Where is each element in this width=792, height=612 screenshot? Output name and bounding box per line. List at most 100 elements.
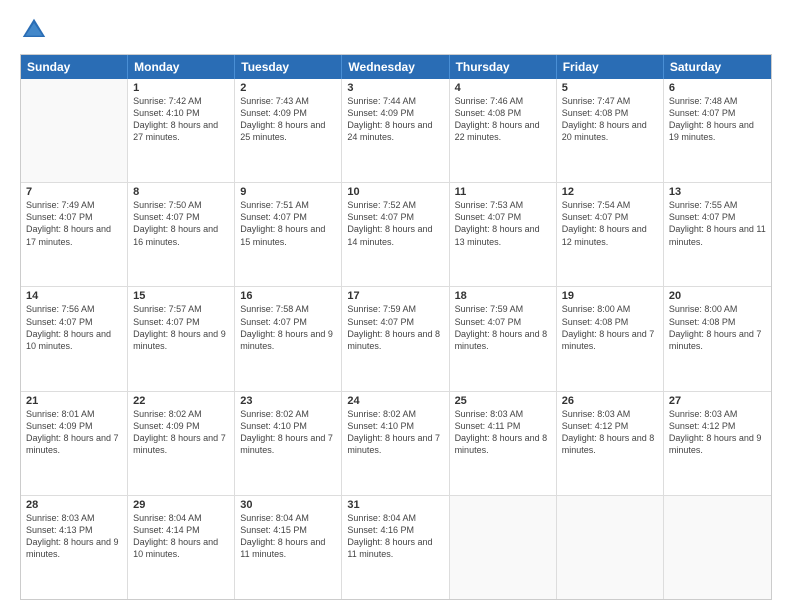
sunrise-text: Sunrise: 7:50 AM xyxy=(133,199,229,211)
sunset-text: Sunset: 4:12 PM xyxy=(562,420,658,432)
day-number: 27 xyxy=(669,395,766,407)
sunrise-text: Sunrise: 8:04 AM xyxy=(347,512,443,524)
sunset-text: Sunset: 4:07 PM xyxy=(562,211,658,223)
cal-cell: 13Sunrise: 7:55 AMSunset: 4:07 PMDayligh… xyxy=(664,183,771,286)
day-number: 26 xyxy=(562,395,658,407)
cal-cell: 8Sunrise: 7:50 AMSunset: 4:07 PMDaylight… xyxy=(128,183,235,286)
sunset-text: Sunset: 4:07 PM xyxy=(26,211,122,223)
daylight-text: Daylight: 8 hours and 9 minutes. xyxy=(133,328,229,352)
sunrise-text: Sunrise: 7:55 AM xyxy=(669,199,766,211)
sunrise-text: Sunrise: 8:03 AM xyxy=(669,408,766,420)
sunset-text: Sunset: 4:07 PM xyxy=(455,316,551,328)
daylight-text: Daylight: 8 hours and 8 minutes. xyxy=(347,328,443,352)
cal-cell: 22Sunrise: 8:02 AMSunset: 4:09 PMDayligh… xyxy=(128,392,235,495)
daylight-text: Daylight: 8 hours and 15 minutes. xyxy=(240,223,336,247)
calendar-body: 1Sunrise: 7:42 AMSunset: 4:10 PMDaylight… xyxy=(21,79,771,599)
cal-day-header-wednesday: Wednesday xyxy=(342,55,449,79)
sunrise-text: Sunrise: 7:59 AM xyxy=(347,303,443,315)
day-number: 12 xyxy=(562,186,658,198)
sunset-text: Sunset: 4:09 PM xyxy=(26,420,122,432)
day-number: 11 xyxy=(455,186,551,198)
sunrise-text: Sunrise: 7:58 AM xyxy=(240,303,336,315)
cal-cell: 30Sunrise: 8:04 AMSunset: 4:15 PMDayligh… xyxy=(235,496,342,599)
cal-cell: 10Sunrise: 7:52 AMSunset: 4:07 PMDayligh… xyxy=(342,183,449,286)
sunrise-text: Sunrise: 7:53 AM xyxy=(455,199,551,211)
cal-cell xyxy=(664,496,771,599)
sunset-text: Sunset: 4:07 PM xyxy=(347,211,443,223)
sunrise-text: Sunrise: 7:56 AM xyxy=(26,303,122,315)
daylight-text: Daylight: 8 hours and 7 minutes. xyxy=(240,432,336,456)
sunset-text: Sunset: 4:15 PM xyxy=(240,524,336,536)
sunset-text: Sunset: 4:08 PM xyxy=(669,316,766,328)
cal-day-header-thursday: Thursday xyxy=(450,55,557,79)
day-number: 6 xyxy=(669,82,766,94)
day-number: 29 xyxy=(133,499,229,511)
day-number: 24 xyxy=(347,395,443,407)
cal-cell: 12Sunrise: 7:54 AMSunset: 4:07 PMDayligh… xyxy=(557,183,664,286)
daylight-text: Daylight: 8 hours and 8 minutes. xyxy=(562,432,658,456)
cal-cell: 16Sunrise: 7:58 AMSunset: 4:07 PMDayligh… xyxy=(235,287,342,390)
cal-cell: 26Sunrise: 8:03 AMSunset: 4:12 PMDayligh… xyxy=(557,392,664,495)
daylight-text: Daylight: 8 hours and 19 minutes. xyxy=(669,119,766,143)
cal-cell: 20Sunrise: 8:00 AMSunset: 4:08 PMDayligh… xyxy=(664,287,771,390)
day-number: 8 xyxy=(133,186,229,198)
sunset-text: Sunset: 4:09 PM xyxy=(240,107,336,119)
sunrise-text: Sunrise: 8:04 AM xyxy=(240,512,336,524)
cal-cell: 11Sunrise: 7:53 AMSunset: 4:07 PMDayligh… xyxy=(450,183,557,286)
day-number: 13 xyxy=(669,186,766,198)
sunset-text: Sunset: 4:10 PM xyxy=(347,420,443,432)
sunset-text: Sunset: 4:10 PM xyxy=(133,107,229,119)
sunrise-text: Sunrise: 7:52 AM xyxy=(347,199,443,211)
cal-cell: 9Sunrise: 7:51 AMSunset: 4:07 PMDaylight… xyxy=(235,183,342,286)
sunrise-text: Sunrise: 8:04 AM xyxy=(133,512,229,524)
sunrise-text: Sunrise: 7:42 AM xyxy=(133,95,229,107)
day-number: 22 xyxy=(133,395,229,407)
daylight-text: Daylight: 8 hours and 20 minutes. xyxy=(562,119,658,143)
day-number: 19 xyxy=(562,290,658,302)
day-number: 20 xyxy=(669,290,766,302)
sunset-text: Sunset: 4:08 PM xyxy=(562,107,658,119)
cal-cell: 4Sunrise: 7:46 AMSunset: 4:08 PMDaylight… xyxy=(450,79,557,182)
cal-cell: 17Sunrise: 7:59 AMSunset: 4:07 PMDayligh… xyxy=(342,287,449,390)
cal-cell: 28Sunrise: 8:03 AMSunset: 4:13 PMDayligh… xyxy=(21,496,128,599)
logo-icon xyxy=(20,16,48,44)
cal-cell: 21Sunrise: 8:01 AMSunset: 4:09 PMDayligh… xyxy=(21,392,128,495)
cal-day-header-sunday: Sunday xyxy=(21,55,128,79)
cal-cell: 1Sunrise: 7:42 AMSunset: 4:10 PMDaylight… xyxy=(128,79,235,182)
page: SundayMondayTuesdayWednesdayThursdayFrid… xyxy=(0,0,792,612)
sunset-text: Sunset: 4:08 PM xyxy=(562,316,658,328)
calendar-header: SundayMondayTuesdayWednesdayThursdayFrid… xyxy=(21,55,771,79)
sunset-text: Sunset: 4:09 PM xyxy=(133,420,229,432)
sunrise-text: Sunrise: 8:00 AM xyxy=(669,303,766,315)
sunrise-text: Sunrise: 7:44 AM xyxy=(347,95,443,107)
daylight-text: Daylight: 8 hours and 17 minutes. xyxy=(26,223,122,247)
sunset-text: Sunset: 4:07 PM xyxy=(240,211,336,223)
cal-cell: 31Sunrise: 8:04 AMSunset: 4:16 PMDayligh… xyxy=(342,496,449,599)
daylight-text: Daylight: 8 hours and 9 minutes. xyxy=(669,432,766,456)
daylight-text: Daylight: 8 hours and 13 minutes. xyxy=(455,223,551,247)
daylight-text: Daylight: 8 hours and 14 minutes. xyxy=(347,223,443,247)
sunset-text: Sunset: 4:07 PM xyxy=(133,211,229,223)
sunset-text: Sunset: 4:07 PM xyxy=(455,211,551,223)
sunrise-text: Sunrise: 7:59 AM xyxy=(455,303,551,315)
day-number: 15 xyxy=(133,290,229,302)
day-number: 2 xyxy=(240,82,336,94)
day-number: 1 xyxy=(133,82,229,94)
sunset-text: Sunset: 4:08 PM xyxy=(455,107,551,119)
logo xyxy=(20,16,52,44)
daylight-text: Daylight: 8 hours and 11 minutes. xyxy=(669,223,766,247)
sunrise-text: Sunrise: 7:57 AM xyxy=(133,303,229,315)
cal-day-header-friday: Friday xyxy=(557,55,664,79)
cal-cell: 29Sunrise: 8:04 AMSunset: 4:14 PMDayligh… xyxy=(128,496,235,599)
daylight-text: Daylight: 8 hours and 24 minutes. xyxy=(347,119,443,143)
sunrise-text: Sunrise: 7:43 AM xyxy=(240,95,336,107)
sunset-text: Sunset: 4:12 PM xyxy=(669,420,766,432)
day-number: 7 xyxy=(26,186,122,198)
daylight-text: Daylight: 8 hours and 9 minutes. xyxy=(26,536,122,560)
cal-cell: 7Sunrise: 7:49 AMSunset: 4:07 PMDaylight… xyxy=(21,183,128,286)
calendar: SundayMondayTuesdayWednesdayThursdayFrid… xyxy=(20,54,772,600)
day-number: 30 xyxy=(240,499,336,511)
sunrise-text: Sunrise: 8:03 AM xyxy=(455,408,551,420)
sunset-text: Sunset: 4:13 PM xyxy=(26,524,122,536)
cal-cell: 5Sunrise: 7:47 AMSunset: 4:08 PMDaylight… xyxy=(557,79,664,182)
